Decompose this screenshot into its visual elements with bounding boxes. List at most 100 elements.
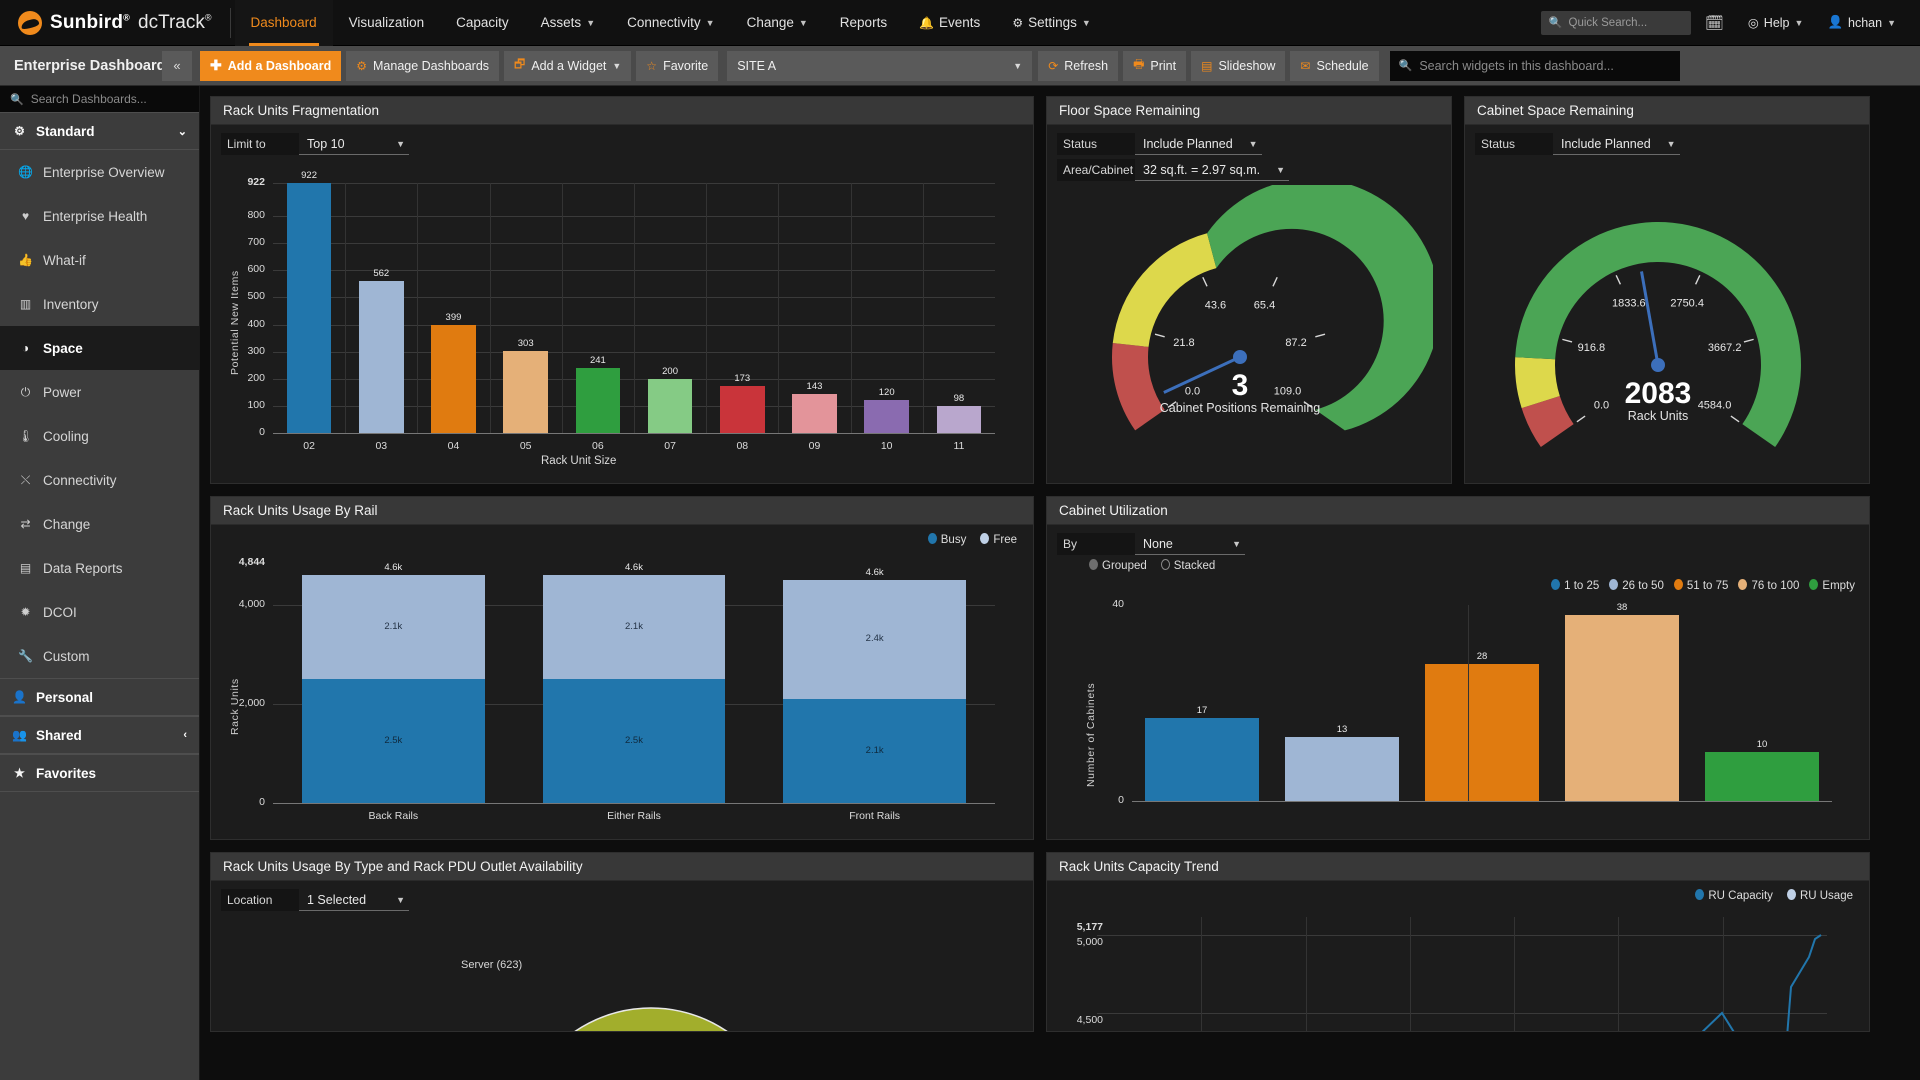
- sidebar-item-enterprise-health[interactable]: ♥ Enterprise Health: [0, 194, 199, 238]
- legend-item-76-to-100[interactable]: 76 to 100: [1738, 579, 1799, 592]
- y-tick-label: 100: [247, 398, 265, 411]
- pie-slice-label-server: Server (623): [461, 959, 523, 971]
- trend-legend: RU Capacity RU Usage: [1695, 889, 1853, 902]
- legend-item-ru-capacity[interactable]: RU Capacity: [1695, 889, 1773, 902]
- status-control-row: Status Include Planned ▼: [1057, 133, 1441, 155]
- status-dropdown[interactable]: Include Planned ▼: [1135, 133, 1262, 155]
- brand-logo-area[interactable]: Sunbird® dcTrack®: [0, 10, 228, 35]
- slideshow-button[interactable]: ▤ Slideshow: [1191, 50, 1286, 81]
- widget-search-input[interactable]: 🔍 Search widgets in this dashboard...: [1389, 50, 1680, 81]
- sidebar-item-dcoi[interactable]: ✹ DCOI: [0, 590, 199, 634]
- site-select-dropdown[interactable]: SITE A ▼: [727, 50, 1033, 81]
- trend-plot: [1097, 917, 1827, 1031]
- nav-item-visualization[interactable]: Visualization: [333, 0, 441, 46]
- search-dashboards-input[interactable]: 🔍 Search Dashboards...: [0, 86, 199, 112]
- pie-slice[interactable]: [516, 1007, 781, 1031]
- sidebar-item-enterprise-overview[interactable]: 🌐 Enterprise Overview: [0, 150, 199, 194]
- legend-item-ru-usage[interactable]: RU Usage: [1786, 889, 1853, 902]
- sidebar-section-shared[interactable]: 👥 Shared ‹: [0, 716, 199, 754]
- button-label: Refresh: [1064, 58, 1109, 73]
- nav-item-settings[interactable]: ⚙ Settings ▼: [996, 0, 1106, 46]
- schedule-button[interactable]: ✉ Schedule: [1290, 50, 1379, 81]
- pie-svg: [516, 1007, 781, 1031]
- bar-value-label: 13: [1336, 724, 1348, 736]
- cabinet-util-plot: 40 0 17 13 28 38 10: [1112, 598, 1832, 806]
- trend-line-ru-usage: [1786, 934, 1822, 1031]
- refresh-button[interactable]: ⟳ Refresh: [1038, 50, 1119, 81]
- sidebar-section-personal[interactable]: 👤 Personal: [0, 678, 199, 716]
- status-dropdown[interactable]: Include Planned ▼: [1553, 133, 1680, 155]
- fragmentation-plot: 0 100 200 300 400 500 600 700 800 922 922 02 562 03 39…: [247, 170, 995, 452]
- sidebar-item-power[interactable]: ⏻ Power: [0, 370, 199, 414]
- gauge-tick-label: 43.6: [1205, 299, 1226, 311]
- sidebar-item-space[interactable]: ◑ Space: [0, 326, 199, 370]
- sidebar-item-what-if[interactable]: 👍 What-if: [0, 238, 199, 282]
- bell-icon: 🔔: [919, 15, 935, 30]
- user-menu[interactable]: 👤 hchan ▼: [1817, 15, 1906, 30]
- legend-label: Free: [993, 534, 1017, 546]
- x-tick-label: 03: [375, 440, 388, 452]
- area-cabinet-dropdown[interactable]: 32 sq.ft. = 2.97 sq.m. ▼: [1135, 159, 1289, 181]
- limit-to-dropdown[interactable]: Top 10 ▼: [299, 133, 409, 155]
- location-dropdown[interactable]: 1 Selected ▼: [299, 889, 409, 911]
- radio-stacked[interactable]: Stacked: [1160, 559, 1215, 572]
- legend-item-busy[interactable]: Busy: [927, 533, 966, 546]
- nav-item-assets[interactable]: Assets ▼: [525, 0, 611, 46]
- sidebar-item-cooling[interactable]: 🌡 Cooling: [0, 414, 199, 458]
- sidebar-group-standard[interactable]: ⚙ Standard ⌄: [0, 112, 199, 150]
- bar: [431, 324, 476, 433]
- bar: [1144, 717, 1260, 801]
- widget-body: Location 1 Selected ▼ Server (623): [211, 881, 1033, 1031]
- widget-icon: 🗗: [514, 57, 526, 71]
- barcode-icon: ▥: [19, 297, 32, 311]
- collapse-sidebar-button[interactable]: «: [162, 50, 192, 81]
- legend-dot: [1695, 889, 1705, 900]
- sidebar-item-label: Space: [43, 340, 83, 356]
- status-label: Status: [1057, 133, 1135, 155]
- legend-label: 1 to 25: [1564, 580, 1600, 592]
- legend-item-empty[interactable]: Empty: [1809, 579, 1855, 592]
- add-widget-button[interactable]: 🗗 Add a Widget ▼: [504, 50, 632, 81]
- quick-search-placeholder: Quick Search...: [1568, 16, 1648, 29]
- legend-item-1-to-25[interactable]: 1 to 25: [1551, 579, 1599, 592]
- area-control-row: Area/Cabinet 32 sq.ft. = 2.97 sq.m. ▼: [1057, 159, 1441, 181]
- button-label: Print: [1150, 58, 1177, 73]
- nav-item-dashboard[interactable]: Dashboard: [234, 0, 333, 46]
- nav-item-reports[interactable]: Reports: [824, 0, 903, 46]
- sidebar-item-data-reports[interactable]: ▤ Data Reports: [0, 546, 199, 590]
- legend-item-free[interactable]: Free: [980, 533, 1017, 546]
- manage-dashboards-button[interactable]: ⚙ Manage Dashboards: [346, 50, 500, 81]
- legend-dot: [1551, 579, 1561, 590]
- page-title: Enterprise Dashboard: [14, 57, 166, 74]
- calendar-icon[interactable]: 🗓: [1695, 14, 1734, 32]
- nav-item-capacity[interactable]: Capacity: [440, 0, 525, 46]
- nav-item-change[interactable]: Change ▼: [731, 0, 824, 46]
- sidebar-item-inventory[interactable]: ▥ Inventory: [0, 282, 199, 326]
- by-dropdown[interactable]: None ▼: [1135, 533, 1245, 555]
- gauge-tick-label: 2750.4: [1670, 297, 1704, 309]
- quick-search-input[interactable]: 🔍 Quick Search...: [1540, 10, 1691, 35]
- sidebar-item-custom[interactable]: 🔧 Custom: [0, 634, 199, 678]
- legend-dot: [1609, 579, 1619, 590]
- print-button[interactable]: 🖶 Print: [1123, 50, 1187, 81]
- sidebar-item-change[interactable]: ⇄ Change: [0, 502, 199, 546]
- widget-rack-units-fragmentation: Rack Units Fragmentation Limit to Top 10…: [210, 96, 1034, 484]
- bar: [1704, 752, 1820, 801]
- legend-item-51-to-75[interactable]: 51 to 75: [1673, 579, 1728, 592]
- favorite-button[interactable]: ☆ Favorite: [636, 50, 719, 81]
- widget-body: RU Capacity RU Usage 5,177 5,000 4,500: [1047, 881, 1869, 1031]
- bar-value-label: 2.5k: [384, 735, 403, 747]
- legend-item-26-to-50[interactable]: 26 to 50: [1609, 579, 1664, 592]
- x-tick-label: 08: [736, 440, 749, 452]
- bar-total-label: 4.6k: [384, 562, 403, 574]
- help-label: Help: [1763, 15, 1790, 30]
- radio-grouped[interactable]: Grouped: [1089, 559, 1147, 572]
- widget-body: Limit to Top 10 ▼ 0 100 200 300 400 500 600 700 8…: [211, 125, 1033, 483]
- nav-item-connectivity[interactable]: Connectivity ▼: [611, 0, 730, 46]
- help-menu[interactable]: ◎ Help ▼: [1738, 15, 1814, 31]
- bar: [1564, 614, 1680, 801]
- nav-item-events[interactable]: 🔔 Events: [903, 0, 996, 46]
- sidebar-section-favorites[interactable]: ★ Favorites: [0, 754, 199, 792]
- add-dashboard-button[interactable]: ✚ Add a Dashboard: [200, 50, 342, 81]
- sidebar-item-connectivity[interactable]: ⤬ Connectivity: [0, 458, 199, 502]
